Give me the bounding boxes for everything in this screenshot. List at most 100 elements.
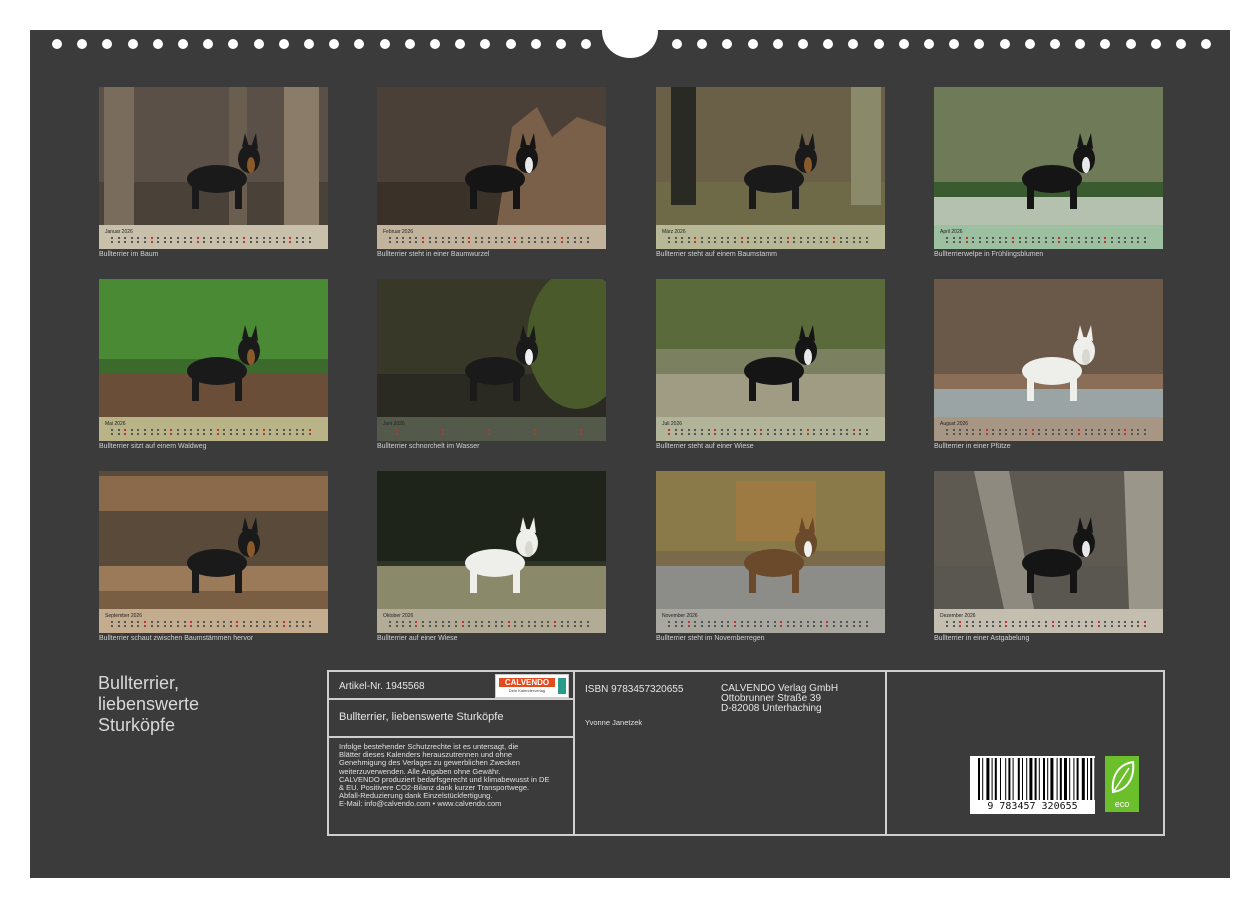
day-mark	[819, 625, 822, 627]
day-mark	[952, 433, 955, 435]
day-mark	[747, 429, 750, 431]
day-mark	[468, 429, 471, 431]
barcode-bar	[1056, 758, 1058, 800]
day-mark	[256, 433, 259, 435]
day-mark	[846, 625, 849, 627]
day-mark	[813, 241, 816, 243]
day-mark	[959, 241, 962, 243]
day-mark	[793, 625, 796, 627]
eco-label: eco	[1114, 799, 1130, 809]
day-mark	[1111, 621, 1113, 623]
day-mark	[183, 237, 186, 239]
day-mark	[1018, 429, 1021, 431]
day-mark	[668, 429, 670, 431]
product-title: Bullterrier, liebenswerte Sturköpfe	[339, 711, 504, 723]
day-mark	[707, 621, 710, 623]
day-mark	[196, 433, 199, 435]
day-mark	[289, 625, 292, 627]
day-mark	[806, 241, 809, 243]
day-mark	[422, 433, 424, 435]
day-grid	[383, 620, 600, 630]
month-name: April 2026	[940, 229, 963, 235]
day-mark	[1051, 621, 1054, 623]
day-mark	[1064, 433, 1067, 435]
day-mark	[163, 433, 166, 435]
binding-hole	[228, 39, 239, 49]
day-mark	[1031, 429, 1034, 431]
day-mark	[527, 429, 530, 431]
day-mark	[262, 621, 265, 623]
day-mark	[560, 621, 563, 623]
month-tile: April 2026 Bullterrierwelpe in Frühlingsb…	[934, 87, 1163, 263]
day-mark	[269, 237, 272, 239]
day-mark	[282, 433, 285, 435]
day-mark	[1130, 621, 1133, 623]
day-mark	[130, 237, 133, 239]
day-mark	[295, 241, 298, 243]
day-mark	[1124, 237, 1127, 239]
day-grid	[940, 620, 1157, 630]
day-mark	[1111, 429, 1113, 431]
day-mark	[959, 237, 962, 239]
day-mark	[587, 625, 589, 627]
day-mark	[521, 625, 523, 627]
day-mark	[1084, 241, 1087, 243]
day-mark	[262, 241, 265, 243]
day-mark	[573, 433, 576, 435]
day-mark	[144, 625, 146, 627]
day-mark	[111, 621, 113, 623]
day-mark	[408, 237, 411, 239]
day-mark	[1005, 433, 1008, 435]
day-mark	[760, 625, 763, 627]
day-mark	[720, 241, 723, 243]
day-mark	[203, 429, 206, 431]
day-mark	[276, 241, 278, 243]
day-mark	[753, 433, 756, 435]
day-mark	[740, 429, 743, 431]
day-mark	[1025, 621, 1028, 623]
day-mark	[793, 433, 796, 435]
day-mark	[501, 241, 504, 243]
day-mark	[720, 433, 723, 435]
day-mark	[402, 237, 405, 239]
day-mark	[826, 241, 829, 243]
day-mark	[979, 237, 981, 239]
day-mark	[767, 625, 769, 627]
day-mark	[554, 241, 556, 243]
day-mark	[866, 237, 868, 239]
day-mark	[117, 433, 120, 435]
day-mark	[786, 433, 789, 435]
day-mark	[819, 433, 822, 435]
day-mark	[269, 433, 272, 435]
day-mark	[137, 433, 140, 435]
day-mark	[441, 433, 444, 435]
day-mark	[567, 429, 570, 431]
article-number: Artikel-Nr. 1945568	[339, 681, 425, 692]
day-mark	[859, 433, 862, 435]
day-mark	[422, 625, 424, 627]
day-mark	[701, 429, 703, 431]
day-mark	[448, 433, 451, 435]
day-mark	[694, 433, 697, 435]
day-mark	[833, 625, 835, 627]
day-mark	[117, 241, 120, 243]
day-mark	[501, 429, 504, 431]
day-mark	[985, 625, 988, 627]
day-mark	[150, 237, 153, 239]
day-mark	[428, 429, 431, 431]
day-mark	[461, 621, 464, 623]
day-mark	[780, 621, 783, 623]
day-mark	[395, 429, 398, 431]
calendar-strip: Juli 2026	[656, 417, 885, 441]
day-mark	[992, 429, 995, 431]
day-mark	[707, 237, 710, 239]
day-mark	[309, 429, 311, 431]
barcode-digits: 9 783457 320655	[970, 801, 1095, 813]
day-mark	[507, 621, 510, 623]
day-mark	[806, 433, 809, 435]
day-mark	[1091, 241, 1094, 243]
day-mark	[714, 241, 717, 243]
day-mark	[1005, 237, 1008, 239]
day-mark	[514, 237, 517, 239]
day-mark	[262, 625, 265, 627]
